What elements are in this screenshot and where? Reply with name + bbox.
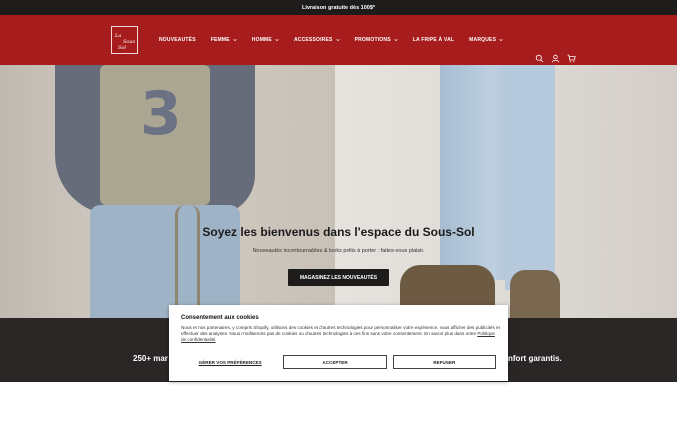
- nav-item-homme[interactable]: HOMME: [252, 37, 279, 43]
- accept-button[interactable]: ACCEPTER: [283, 355, 387, 369]
- site-header: La Sous Sol NOUVEAUTÉS FEMME HOMME ACCES…: [0, 15, 677, 65]
- nav-item-accessoires[interactable]: ACCESSOIRES: [294, 37, 340, 43]
- hero-subtitle: Nouveautés incontournables & looks prêts…: [252, 248, 425, 254]
- chevron-down-icon: [275, 38, 279, 42]
- manage-preferences-button[interactable]: GÉRER VOS PRÉFÉRENCES: [183, 360, 277, 365]
- nav-label: PROMOTIONS: [354, 37, 391, 43]
- logo[interactable]: La Sous Sol: [111, 26, 138, 54]
- nav-item-la-fripe-a-val[interactable]: LA FRIPE À VAL: [413, 37, 454, 43]
- hero-belt: [175, 205, 200, 315]
- chevron-down-icon: [233, 38, 237, 42]
- shop-new-arrivals-button[interactable]: MAGASINEZ LES NOUVEAUTÉS: [288, 269, 389, 286]
- chevron-down-icon: [499, 38, 503, 42]
- hero-leg-second: [505, 65, 555, 290]
- cookie-title: Consentement aux cookies: [181, 315, 259, 321]
- cookie-description: Nous et nos partenaires, y compris Shopi…: [181, 325, 501, 342]
- header-icons: [535, 50, 576, 63]
- announcement-bar: Livraison gratuite dès 100$*: [0, 0, 677, 15]
- chevron-down-icon: [335, 38, 340, 42]
- cookie-text: Nous et nos partenaires, y compris Shopi…: [181, 325, 500, 336]
- hero-sweater-number: 3: [140, 79, 182, 149]
- hero-jeans: [90, 205, 240, 318]
- hero-title: Soyez les bienvenus dans l'espace du Sou…: [202, 225, 475, 239]
- nav-label: MARQUES: [469, 37, 497, 43]
- hero-boot-second: [510, 270, 560, 318]
- band-text-right: nfort garantis.: [508, 354, 562, 363]
- band-text-left: 250+ mar: [133, 354, 168, 363]
- nav-item-promotions[interactable]: PROMOTIONS: [355, 37, 398, 43]
- logo-line-3: Sol: [118, 45, 127, 51]
- cart-icon[interactable]: [567, 50, 576, 63]
- announcement-text: Livraison gratuite dès 100$*: [301, 4, 376, 11]
- nav-label: NOUVEAUTÉS: [159, 37, 196, 43]
- nav-label: LA FRIPE À VAL: [412, 37, 455, 43]
- nav-label: FEMME: [210, 37, 230, 43]
- nav-label: ACCESSOIRES: [293, 37, 333, 43]
- nav-item-marques[interactable]: MARQUES: [469, 37, 503, 43]
- account-icon[interactable]: [551, 50, 560, 63]
- main-nav: NOUVEAUTÉS FEMME HOMME ACCESSOIRES PROMO…: [159, 15, 518, 65]
- hero-banner: 3 Soyez les bienvenus dans l'espace du S…: [0, 65, 677, 318]
- nav-item-femme[interactable]: FEMME: [211, 37, 237, 43]
- refuse-button[interactable]: REFUSER: [392, 355, 496, 369]
- cookie-actions: GÉRER VOS PRÉFÉRENCES ACCEPTER REFUSER: [181, 355, 496, 369]
- hero-image-left: 3: [0, 65, 335, 318]
- nav-item-nouveautes[interactable]: NOUVEAUTÉS: [159, 37, 196, 43]
- cookie-consent-banner: Consentement aux cookies Nous et nos par…: [169, 305, 508, 381]
- search-icon[interactable]: [535, 50, 544, 63]
- chevron-down-icon: [394, 38, 398, 42]
- nav-label: HOMME: [251, 37, 272, 43]
